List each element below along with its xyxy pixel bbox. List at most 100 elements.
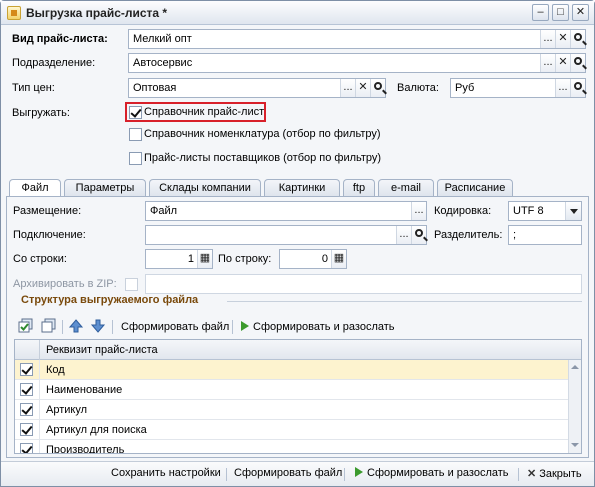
export-supplier-lists-checkbox[interactable] <box>129 152 142 165</box>
placement-label: Размещение: <box>13 205 82 217</box>
tab-email[interactable]: e-mail <box>378 179 434 197</box>
currency-open-button[interactable] <box>570 79 585 97</box>
connection-field[interactable]: ... <box>145 225 427 245</box>
price-type-label: Тип цен: <box>12 82 55 94</box>
price-type-select-button[interactable]: ... <box>340 79 355 97</box>
table-row[interactable]: Наименование <box>15 380 569 400</box>
division-value: Автосервис <box>133 57 193 69</box>
table-row[interactable]: Производитель <box>15 440 569 453</box>
chevron-down-icon[interactable] <box>565 202 581 220</box>
uncheck-all-icon <box>41 318 56 333</box>
scroll-down-icon[interactable] <box>570 440 580 450</box>
export-supplier-lists-label[interactable]: Прайс-листы поставщиков (отбор по фильтр… <box>144 152 381 164</box>
export-label: Выгружать: <box>12 107 70 119</box>
table-header: Реквизит прайс-листа <box>15 340 581 360</box>
row-label: Артикул <box>46 404 88 416</box>
row-checkbox[interactable] <box>20 423 33 436</box>
tab-schedule[interactable]: Расписание <box>437 179 513 197</box>
price-type-field[interactable]: Оптовая ... ✕ <box>128 78 386 98</box>
price-type-open-button[interactable] <box>370 79 385 97</box>
row-checkbox-cell <box>15 440 40 453</box>
check-all-button[interactable] <box>18 318 34 336</box>
separator-field[interactable]: ; <box>508 225 582 245</box>
currency-select-button[interactable]: ... <box>555 79 570 97</box>
price-type-clear-button[interactable]: ✕ <box>355 79 370 97</box>
archive-zip-checkbox[interactable] <box>125 278 138 291</box>
row-checkbox[interactable] <box>20 403 33 416</box>
bottom-command-bar: Сохранить настройки Сформировать файл Сф… <box>1 461 594 486</box>
export-nomenclature-label[interactable]: Справочник номенклатура (отбор по фильтр… <box>144 128 381 140</box>
currency-value: Руб <box>455 82 475 94</box>
from-row-field[interactable]: 1 ▦ <box>145 249 213 269</box>
division-open-button[interactable] <box>570 54 585 72</box>
structure-generate-and-send-button[interactable]: Сформировать и разослать <box>241 318 395 336</box>
price-list-type-field[interactable]: Мелкий опт ... ✕ <box>128 29 586 49</box>
connection-open-button[interactable] <box>411 226 426 244</box>
generate-file-button[interactable]: Сформировать файл <box>234 467 342 479</box>
app-icon <box>7 6 21 20</box>
to-row-field[interactable]: 0 ▦ <box>279 249 347 269</box>
row-label: Код <box>46 364 65 376</box>
tab-parameters[interactable]: Параметры <box>64 179 146 197</box>
row-checkbox[interactable] <box>20 363 33 376</box>
toolbar-separator <box>112 320 113 334</box>
export-nomenclature-checkbox[interactable] <box>129 128 142 141</box>
price-list-type-open-button[interactable] <box>570 30 585 48</box>
row-checkbox[interactable] <box>20 383 33 396</box>
placement-value: Файл <box>150 205 178 217</box>
title-bar: Выгрузка прайс-листа * – □ ✕ <box>1 1 594 25</box>
vertical-scrollbar[interactable] <box>568 360 581 453</box>
placement-field[interactable]: Файл ... <box>145 201 427 221</box>
export-price-list-label[interactable]: Справочник прайс-лист <box>144 106 264 118</box>
calculator-icon[interactable]: ▦ <box>331 250 346 268</box>
play-icon <box>355 467 363 477</box>
bottom-separator <box>518 468 519 481</box>
generate-and-send-button[interactable]: Сформировать и разослать <box>355 467 509 479</box>
bottom-separator <box>344 468 345 481</box>
price-list-type-label: Вид прайс-листа: <box>12 33 108 45</box>
division-clear-button[interactable]: ✕ <box>555 54 570 72</box>
row-label: Наименование <box>46 384 123 396</box>
connection-select-button[interactable]: ... <box>396 226 411 244</box>
close-button[interactable]: ✕ Закрыть <box>527 467 582 480</box>
structure-generate-file-button[interactable]: Сформировать файл <box>121 318 229 336</box>
move-up-button[interactable] <box>68 318 84 336</box>
table-row[interactable]: Код <box>15 360 569 380</box>
maximize-button[interactable]: □ <box>552 4 569 21</box>
scroll-up-icon[interactable] <box>570 362 580 372</box>
encoding-select[interactable]: UTF 8 <box>508 201 582 221</box>
column-header-attribute[interactable]: Реквизит прайс-листа <box>46 344 158 356</box>
row-label: Артикул для поиска <box>46 424 147 436</box>
row-checkbox[interactable] <box>20 443 33 453</box>
currency-label: Валюта: <box>397 82 439 94</box>
calculator-icon[interactable]: ▦ <box>197 250 212 268</box>
archive-zip-field[interactable] <box>145 274 582 294</box>
minimize-button[interactable]: – <box>532 4 549 21</box>
move-down-button[interactable] <box>90 318 106 336</box>
table-row[interactable]: Артикул для поиска <box>15 420 569 440</box>
structure-generate-and-send-label: Сформировать и разослать <box>253 321 395 333</box>
price-list-type-select-button[interactable]: ... <box>540 30 555 48</box>
export-price-list-checkbox[interactable] <box>129 106 142 119</box>
price-list-type-clear-button[interactable]: ✕ <box>555 30 570 48</box>
tab-ftp[interactable]: ftp <box>343 179 375 197</box>
to-row-label: По строку: <box>218 253 272 265</box>
row-checkbox-cell <box>15 360 40 380</box>
save-settings-button[interactable]: Сохранить настройки <box>111 467 221 479</box>
encoding-label: Кодировка: <box>434 205 492 217</box>
search-icon <box>574 33 582 41</box>
uncheck-all-button[interactable] <box>41 318 57 336</box>
row-checkbox-cell <box>15 380 40 400</box>
price-type-value: Оптовая <box>133 82 177 94</box>
close-window-button[interactable]: ✕ <box>572 4 589 21</box>
structure-table: Реквизит прайс-листа Код Наименование Ар… <box>14 339 582 454</box>
placement-select-button[interactable]: ... <box>411 202 426 220</box>
play-icon <box>241 321 249 331</box>
division-select-button[interactable]: ... <box>540 54 555 72</box>
division-field[interactable]: Автосервис ... ✕ <box>128 53 586 73</box>
currency-field[interactable]: Руб ... <box>450 78 586 98</box>
table-row[interactable]: Артикул <box>15 400 569 420</box>
tab-warehouses[interactable]: Склады компании <box>149 179 261 197</box>
tab-pictures[interactable]: Картинки <box>264 179 340 197</box>
row-checkbox-cell <box>15 400 40 420</box>
